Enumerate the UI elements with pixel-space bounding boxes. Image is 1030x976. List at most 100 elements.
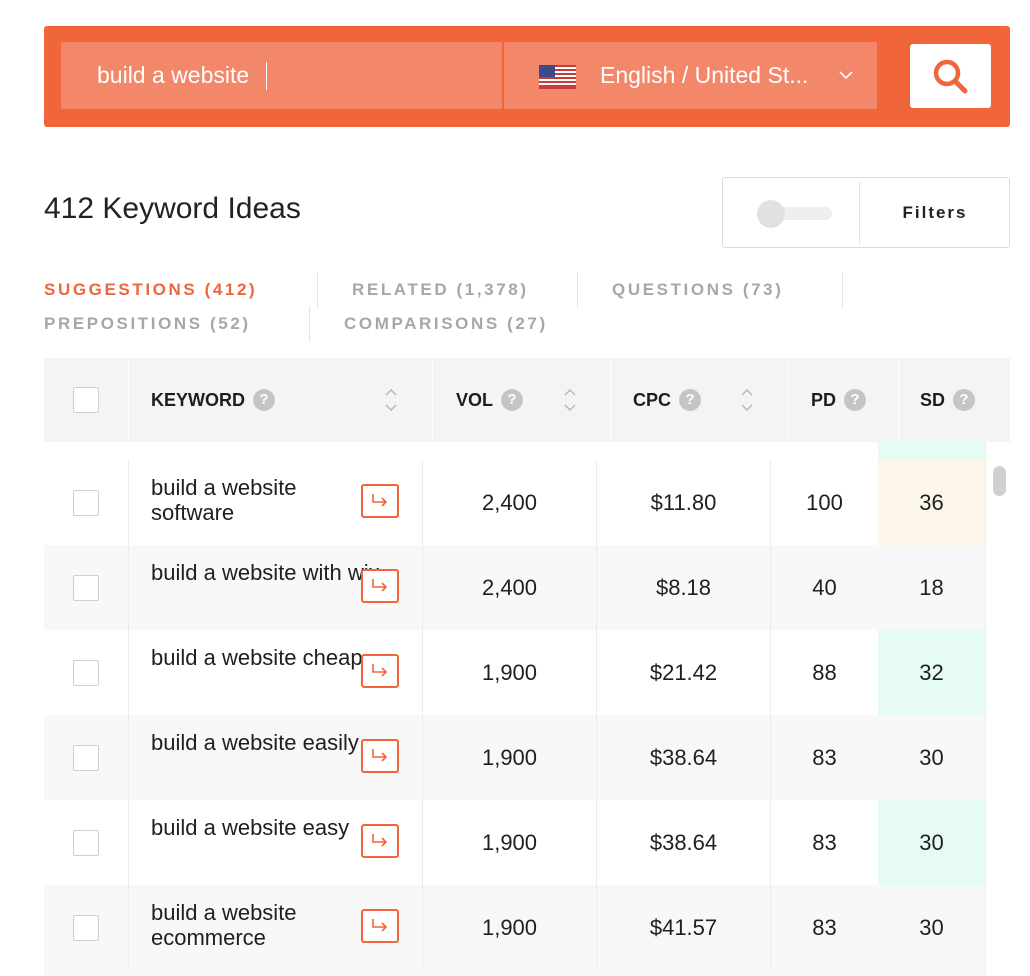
keyword-cell: build a website easily [151, 730, 359, 755]
column-divider [898, 358, 899, 442]
language-location-select[interactable]: English / United St... [504, 42, 877, 109]
help-icon[interactable]: ? [679, 389, 702, 411]
pd-cell: 83 [812, 914, 837, 940]
column-divider [128, 545, 129, 630]
open-keyword-icon[interactable] [361, 824, 399, 858]
us-flag-icon [539, 65, 576, 89]
cpc-cell: $41.57 [649, 914, 718, 940]
chevron-down-icon [839, 71, 853, 80]
column-divider [432, 358, 433, 442]
keyword-header-label: KEYWORD [151, 389, 245, 410]
column-divider [128, 358, 129, 442]
row-checkbox[interactable] [73, 490, 99, 516]
keyword-cell: build a website software [151, 475, 297, 525]
keyword-cell: build a website with wix [151, 560, 380, 585]
table-scrollbar[interactable] [985, 442, 1010, 976]
table-row[interactable]: build a website software 2,400 $11.80 10… [44, 460, 985, 545]
pd-column-header[interactable]: PD ? [811, 358, 867, 442]
keyword-search-input[interactable] [61, 42, 502, 109]
vol-column-header[interactable]: VOL ? [456, 358, 524, 442]
table-row[interactable]: build a website ecommerce 1,900 $41.57 8… [44, 885, 985, 976]
open-keyword-icon[interactable] [361, 569, 399, 603]
sd-header-label: SD [920, 389, 946, 410]
help-icon[interactable]: ? [953, 389, 976, 411]
sort-icon[interactable] [563, 386, 577, 414]
filter-toggle[interactable] [757, 200, 832, 228]
open-keyword-icon[interactable] [361, 739, 399, 773]
search-icon [933, 59, 968, 94]
tab-divider [317, 272, 318, 308]
tab-prepositions[interactable]: PREPOSITIONS (52) [44, 314, 251, 334]
vol-cell: 1,900 [481, 744, 538, 770]
table-row[interactable]: build a website with wix 2,400 $8.18 40 … [44, 545, 985, 630]
row-checkbox[interactable] [73, 830, 99, 856]
toggle-knob [757, 200, 785, 228]
sd-cell: 32 [919, 659, 944, 685]
open-keyword-icon[interactable] [361, 654, 399, 688]
column-divider [128, 630, 129, 715]
cpc-cell: $8.18 [655, 574, 712, 600]
cpc-header-label: CPC [633, 389, 672, 410]
table-row[interactable]: build a website easily 1,900 $38.64 83 3… [44, 715, 985, 800]
sort-icon[interactable] [384, 386, 398, 414]
table-row[interactable]: build a website easy 1,900 $38.64 83 30 [44, 800, 985, 885]
scrollbar-thumb[interactable] [993, 466, 1006, 496]
open-keyword-icon[interactable] [361, 909, 399, 943]
tab-divider [309, 306, 310, 342]
row-checkbox[interactable] [73, 575, 99, 601]
text-cursor [266, 62, 267, 90]
vol-cell: 1,900 [481, 659, 538, 685]
help-icon[interactable]: ? [253, 389, 275, 411]
pd-cell: 100 [806, 489, 843, 515]
tab-related[interactable]: RELATED (1,378) [352, 280, 529, 300]
row-checkbox[interactable] [73, 745, 99, 771]
results-title: 412 Keyword Ideas [44, 192, 301, 225]
sd-column-header[interactable]: SD ? [920, 358, 976, 442]
select-all-checkbox[interactable] [73, 387, 99, 413]
keyword-cell: build a website ecommerce [151, 900, 297, 950]
vol-cell: 1,900 [481, 829, 538, 855]
keyword-cell: build a website easy [151, 815, 350, 840]
row-checkbox[interactable] [73, 915, 99, 941]
open-keyword-icon[interactable] [361, 484, 399, 518]
sd-cell: 30 [919, 914, 944, 940]
row-checkbox[interactable] [73, 660, 99, 686]
sort-icon[interactable] [740, 386, 754, 414]
tab-divider [842, 272, 843, 308]
table-row[interactable]: build a website cheap 1,900 $21.42 88 32 [44, 630, 985, 715]
pd-header-label: PD [811, 389, 837, 410]
language-label: English / United St... [600, 62, 809, 88]
tab-divider [577, 272, 578, 308]
sd-cell: 30 [919, 829, 944, 855]
help-icon[interactable]: ? [501, 389, 524, 411]
pd-cell: 83 [812, 744, 837, 770]
column-divider [788, 358, 789, 442]
filter-panel: Filters [722, 177, 1010, 248]
help-icon[interactable]: ? [844, 389, 867, 411]
vol-cell: 1,900 [481, 914, 538, 940]
column-divider [128, 885, 129, 970]
vol-cell: 2,400 [481, 489, 538, 515]
cpc-cell: $38.64 [649, 744, 718, 770]
column-divider [610, 358, 611, 442]
vol-cell: 2,400 [481, 574, 538, 600]
pd-cell: 40 [812, 574, 837, 600]
filters-button[interactable]: Filters [860, 178, 1010, 247]
column-divider [128, 800, 129, 885]
cpc-cell: $11.80 [650, 489, 717, 515]
table-header: KEYWORD ? VOL ? CPC ? PD ? SD ? [44, 358, 1010, 442]
vol-header-label: VOL [456, 389, 494, 410]
pd-cell: 88 [812, 659, 837, 685]
keyword-search-bar: English / United St... [44, 26, 1010, 127]
search-button[interactable] [910, 44, 991, 108]
column-divider [128, 460, 129, 545]
sd-cell: 36 [878, 460, 985, 545]
cpc-column-header[interactable]: CPC ? [633, 358, 702, 442]
keyword-column-header[interactable]: KEYWORD ? [151, 358, 275, 442]
tab-comparisons[interactable]: COMPARISONS (27) [344, 314, 548, 334]
tab-questions[interactable]: QUESTIONS (73) [612, 280, 783, 300]
sd-cell: 30 [919, 744, 944, 770]
cpc-cell: $38.64 [649, 829, 718, 855]
tab-suggestions[interactable]: SUGGESTIONS (412) [44, 280, 257, 300]
keyword-cell: build a website cheap [151, 645, 363, 670]
